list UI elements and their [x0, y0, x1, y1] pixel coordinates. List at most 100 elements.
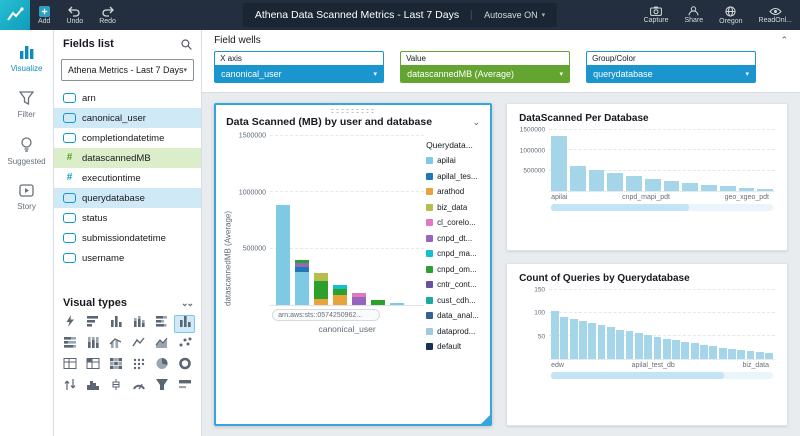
field-item-executiontime[interactable]: # executiontime	[54, 168, 201, 188]
visual-type-gauge[interactable]	[129, 378, 150, 396]
bar[interactable]	[634, 333, 643, 359]
field-item-canonical_user[interactable]: canonical_user	[54, 108, 202, 128]
legend-item[interactable]: biz_data	[426, 200, 482, 216]
visual-type-sankey[interactable]	[60, 378, 81, 396]
bar[interactable]	[569, 165, 586, 191]
bar[interactable]	[709, 346, 718, 359]
legend-item[interactable]: cl_corelo...	[426, 215, 482, 231]
bar[interactable]	[607, 172, 624, 191]
bar[interactable]	[737, 349, 746, 359]
visual-type-vertical-stacked-bar[interactable]	[129, 315, 150, 333]
visual-type-horizontal-100-stacked[interactable]	[60, 336, 81, 354]
bar[interactable]	[746, 351, 755, 359]
legend-item[interactable]: default	[426, 339, 482, 355]
visual-type-pivot-table[interactable]	[83, 357, 104, 375]
visual-type-pie-chart[interactable]	[151, 357, 172, 375]
stacked-bar[interactable]	[352, 293, 367, 305]
bar[interactable]	[597, 325, 606, 359]
bar[interactable]	[644, 178, 661, 191]
visual-type-vertical-bar[interactable]	[106, 315, 127, 333]
scrollbar-thumb[interactable]	[551, 372, 725, 379]
bar[interactable]	[728, 348, 736, 359]
stacked-bar[interactable]	[390, 302, 405, 305]
quicksight-logo[interactable]	[0, 0, 30, 30]
visual-datascanned-per-database[interactable]: DataScanned Per Database 500000 1000000 15…	[506, 103, 788, 251]
bar[interactable]	[672, 340, 680, 359]
bar[interactable]	[569, 318, 578, 359]
collapse-chevrons-icon[interactable]: ⌄⌄	[181, 298, 194, 309]
autosave-dropdown[interactable]: Autosave ON ▾	[471, 10, 545, 20]
field-well-value[interactable]: Value datascannedMB (Average) ▾	[400, 51, 571, 83]
visual-type-box-plot[interactable]	[106, 378, 127, 396]
bar[interactable]	[690, 343, 699, 359]
bar[interactable]	[551, 136, 567, 191]
legend-item[interactable]: arathod	[426, 184, 482, 200]
bar[interactable]	[682, 183, 699, 191]
scrollbar-thumb[interactable]	[551, 204, 689, 211]
visual-type-vertical-bar-grouped[interactable]	[174, 315, 196, 333]
x-axis-scrollbar[interactable]	[551, 372, 773, 379]
legend-item[interactable]: data_anal...	[426, 308, 482, 324]
visual-type-horizontal-bar[interactable]	[83, 315, 104, 333]
visual-type-line-chart[interactable]	[129, 336, 150, 354]
x-axis-scrollbar[interactable]: arn:aws:sts::0574250962...	[270, 306, 424, 321]
x-axis-scrollbar[interactable]	[551, 204, 773, 211]
undo-button[interactable]: Undo	[58, 0, 91, 30]
bar[interactable]	[663, 181, 680, 191]
bar[interactable]	[738, 187, 755, 191]
legend-item[interactable]: cust_cdh...	[426, 293, 482, 309]
visual-count-of-queries[interactable]: Count of Queries by Querydatabase 50 100 1…	[506, 263, 788, 426]
visual-type-heat-map[interactable]	[106, 357, 127, 375]
visual-type-vertical-100-stacked[interactable]	[83, 336, 104, 354]
stacked-bar[interactable]	[295, 259, 310, 305]
stacked-bar[interactable]	[314, 272, 329, 305]
visual-type-histogram[interactable]	[83, 378, 104, 396]
visual-data-scanned-by-user[interactable]: Data Scanned (MB) by user and database ⌄…	[214, 103, 493, 426]
field-item-username[interactable]: username	[54, 248, 201, 268]
visual-type-donut-chart[interactable]	[174, 357, 195, 375]
field-item-completiondatetime[interactable]: completiondatetime	[54, 128, 201, 148]
redo-button[interactable]: Redo	[91, 0, 124, 30]
field-item-datascannedMB[interactable]: # datascannedMB	[54, 148, 202, 168]
visual-type-auto-graph[interactable]	[60, 315, 81, 333]
share-button[interactable]: Share	[676, 0, 711, 30]
sidebar-item-visualize[interactable]: Visualize	[0, 36, 53, 82]
search-icon[interactable]	[181, 38, 192, 50]
legend-item[interactable]: apilal_tes...	[426, 169, 482, 185]
visual-type-area-chart[interactable]	[151, 336, 172, 354]
visual-type-funnel-chart[interactable]	[151, 378, 172, 396]
bar[interactable]	[625, 331, 634, 359]
sidebar-item-story[interactable]: Story	[0, 175, 53, 220]
bar[interactable]	[579, 321, 587, 359]
bar[interactable]	[757, 188, 774, 191]
field-item-querydatabase[interactable]: querydatabase	[54, 188, 202, 208]
bar[interactable]	[719, 186, 736, 191]
legend-item[interactable]: cnpd_dt...	[426, 231, 482, 247]
bar[interactable]	[765, 353, 774, 359]
visual-type-scatter-plot[interactable]	[174, 336, 195, 354]
region-button[interactable]: Oregon	[711, 0, 750, 30]
sidebar-item-filter[interactable]: Filter	[0, 82, 53, 128]
sidebar-item-suggested[interactable]: Suggested	[0, 128, 53, 175]
visual-type-table[interactable]	[60, 357, 81, 375]
field-well-group-color[interactable]: Group/Color querydatabase ▾	[586, 51, 757, 83]
bar[interactable]	[701, 184, 717, 191]
add-button[interactable]: Add	[30, 0, 58, 30]
bar[interactable]	[588, 169, 605, 191]
visual-type-dot-plot[interactable]	[129, 357, 150, 375]
bar[interactable]	[755, 352, 764, 359]
legend-item[interactable]: cnpd_ma...	[426, 246, 482, 262]
field-item-arn[interactable]: arn	[54, 88, 201, 108]
collapse-field-wells-icon[interactable]: ⌃	[780, 35, 788, 46]
stacked-bar[interactable]	[333, 285, 348, 305]
bar[interactable]	[606, 327, 615, 359]
bar[interactable]	[616, 329, 625, 359]
bar[interactable]	[718, 347, 727, 359]
legend-item[interactable]: cnpd_om...	[426, 262, 482, 278]
bar[interactable]	[681, 341, 690, 359]
legend-item[interactable]: dataprod...	[426, 324, 482, 340]
field-well-value-dropdown[interactable]: datascannedMB (Average) ▾	[401, 65, 570, 82]
bar[interactable]	[588, 323, 597, 359]
field-well-x-axis[interactable]: X axis canonical_user ▾	[214, 51, 385, 83]
field-item-submissiondatetime[interactable]: submissiondatetime	[54, 228, 201, 248]
